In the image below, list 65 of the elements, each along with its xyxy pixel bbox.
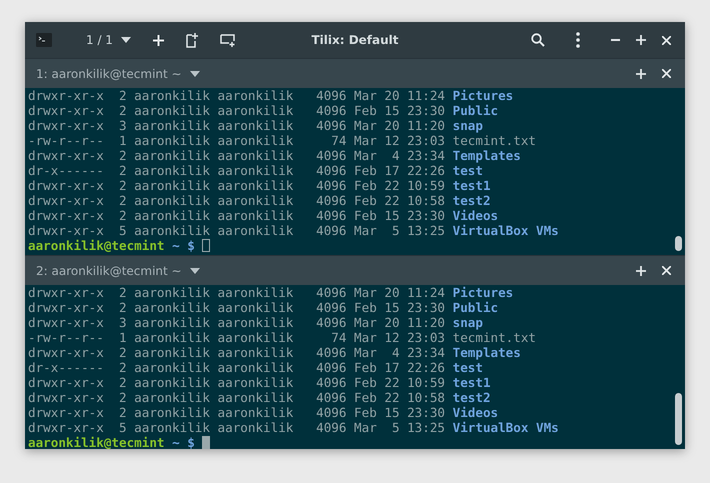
file-info: drwxr-xr-x 3 aaronkilik aaronkilik 4096 Mar 20 11:20: [28, 315, 446, 330]
close-icon[interactable]: [662, 36, 671, 44]
file-info: dr-x------ 2 aaronkilik aaronkilik 4096 Feb 17 22:26: [28, 360, 446, 375]
file-info: drwxr-xr-x 2 aaronkilik aaronkilik 4096 Feb 15 23:30: [28, 208, 446, 223]
file-name: tecmint.txt: [452, 133, 536, 148]
add-icon[interactable]: [636, 68, 646, 78]
window-title: Tilix: Default: [311, 33, 399, 47]
prompt-path: ~ $: [172, 238, 195, 253]
maximize-icon[interactable]: [636, 35, 646, 45]
session-count: 1 / 1: [86, 33, 113, 47]
file-name: Templates: [452, 345, 521, 360]
file-info: drwxr-xr-x 2 aaronkilik aaronkilik 4096 Feb 22 10:58: [28, 390, 446, 405]
scrollbar-thumb[interactable]: [674, 236, 682, 251]
add-icon[interactable]: [152, 34, 164, 46]
menu-icon[interactable]: [576, 32, 580, 48]
file-info: drwxr-xr-x 2 aaronkilik aaronkilik 4096 Feb 15 23:30: [28, 405, 446, 420]
file-info: -rw-r--r-- 1 aaronkilik aaronkilik 74 Mar 12 23:03: [28, 330, 446, 345]
file-info: drwxr-xr-x 2 aaronkilik aaronkilik 4096 Mar 20 11:24: [28, 285, 446, 300]
file-info: drwxr-xr-x 2 aaronkilik aaronkilik 4096 Feb 22 10:58: [28, 193, 446, 208]
file-name: test1: [452, 375, 491, 390]
close-icon[interactable]: [662, 266, 671, 275]
pane-title[interactable]: 2: aaronkilik@tecmint ~: [36, 264, 182, 278]
file-name: test: [452, 163, 483, 178]
file-info: drwxr-xr-x 2 aaronkilik aaronkilik 4096 Mar 20 11:24: [28, 88, 446, 103]
file-info: drwxr-xr-x 2 aaronkilik aaronkilik 4096 Mar 4 23:34: [28, 148, 446, 163]
file-info: drwxr-xr-x 5 aaronkilik aaronkilik 4096 Mar 5 13:25: [28, 420, 446, 435]
caret-icon[interactable]: [190, 70, 200, 76]
file-name: Pictures: [452, 88, 514, 103]
file-name: Videos: [452, 208, 498, 223]
file-name: snap: [452, 315, 483, 330]
file-name: VirtualBox VMs: [452, 223, 559, 238]
file-info: drwxr-xr-x 2 aaronkilik aaronkilik 4096 Mar 4 23:34: [28, 345, 446, 360]
close-icon[interactable]: [662, 69, 671, 78]
file-name: VirtualBox VMs: [452, 420, 559, 435]
search-icon[interactable]: [531, 33, 545, 47]
file-info: -rw-r--r-- 1 aaronkilik aaronkilik 74 Mar 12 23:03: [28, 133, 446, 148]
file-info: drwxr-xr-x 3 aaronkilik aaronkilik 4096 Mar 20 11:20: [28, 118, 446, 133]
caret-icon[interactable]: [190, 268, 200, 274]
file-info: drwxr-xr-x 2 aaronkilik aaronkilik 4096 Feb 22 10:59: [28, 375, 446, 390]
file-name: test: [452, 360, 483, 375]
file-name: Public: [452, 103, 498, 118]
prompt-path: ~ $: [172, 435, 195, 450]
file-name: Pictures: [452, 285, 514, 300]
prompt-user: aaronkilik@tecmint: [28, 238, 164, 253]
file-name: snap: [452, 118, 483, 133]
file-info: drwxr-xr-x 2 aaronkilik aaronkilik 4096 Feb 22 10:59: [28, 178, 446, 193]
file-name: test2: [452, 193, 491, 208]
file-name: Templates: [452, 148, 521, 163]
caret-icon[interactable]: [120, 37, 131, 43]
add-icon[interactable]: [636, 266, 646, 276]
scrollbar-thumb[interactable]: [674, 393, 682, 445]
file-name: Videos: [452, 405, 498, 420]
file-info: drwxr-xr-x 2 aaronkilik aaronkilik 4096 Feb 15 23:30: [28, 103, 446, 118]
pane-title[interactable]: 1: aaronkilik@tecmint ~: [36, 66, 182, 80]
file-name: test1: [452, 178, 491, 193]
prompt-user: aaronkilik@tecmint: [28, 435, 164, 450]
file-info: drwxr-xr-x 5 aaronkilik aaronkilik 4096 Mar 5 13:25: [28, 223, 446, 238]
document-plus-icon[interactable]: [186, 32, 198, 48]
file-name: test2: [452, 390, 491, 405]
file-info: dr-x------ 2 aaronkilik aaronkilik 4096 Feb 17 22:26: [28, 163, 446, 178]
file-info: drwxr-xr-x 2 aaronkilik aaronkilik 4096 Feb 15 23:30: [28, 300, 446, 315]
file-name: Public: [452, 300, 498, 315]
terminal-icon[interactable]: [36, 33, 52, 47]
file-name: tecmint.txt: [452, 330, 536, 345]
window-plus-icon[interactable]: [220, 34, 236, 46]
